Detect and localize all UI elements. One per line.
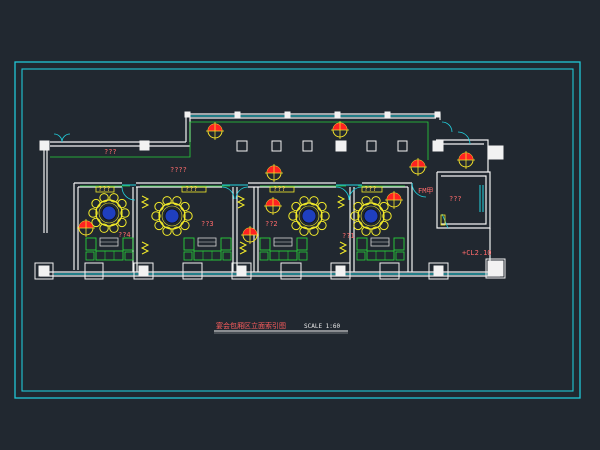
room-sign-3: ??? bbox=[273, 185, 286, 193]
round-table-icon bbox=[88, 193, 130, 233]
elevation-marker-icon bbox=[206, 122, 224, 140]
sofa-set-icon bbox=[85, 237, 134, 261]
sofa-sets bbox=[85, 237, 405, 261]
elevation-marker-icon bbox=[241, 226, 259, 244]
room-3-label: ??3 bbox=[201, 220, 214, 228]
room-sign-4: ??? bbox=[364, 185, 377, 193]
drawing-title: 宴会包厢区立面索引图 bbox=[216, 321, 286, 330]
drawing-scale: SCALE 1:60 bbox=[304, 323, 341, 330]
elevation-marker-icon bbox=[409, 158, 427, 176]
room-1-label: ??1 bbox=[342, 232, 355, 240]
round-table-icon bbox=[288, 196, 330, 236]
round-table-icon bbox=[350, 196, 392, 236]
elevation-marker-icon bbox=[457, 151, 475, 169]
elevation-marker-icon bbox=[265, 164, 283, 182]
sofa-set-icon bbox=[356, 237, 405, 261]
room-2-label: ??2 bbox=[265, 220, 278, 228]
glass-lines bbox=[54, 115, 490, 275]
room-sign-1: ??? bbox=[98, 185, 111, 193]
right-room-label: ??? bbox=[449, 195, 462, 203]
room-4-label: ??4 bbox=[118, 231, 131, 239]
cad-floor-plan: ??? ???? ??4 ??3 ??2 ??1 ??? FM甲 +CL2.10… bbox=[14, 61, 581, 399]
fire-exit-label: FM甲 bbox=[418, 187, 433, 195]
corridor-label: ??? bbox=[104, 148, 117, 156]
foyer-label: ???? bbox=[170, 166, 187, 174]
sofa-set-icon bbox=[259, 237, 308, 261]
round-table-icon bbox=[151, 196, 193, 236]
sofa-set-icon bbox=[183, 237, 232, 261]
elevation-marker-icon bbox=[331, 121, 349, 139]
room-sign-2: ??? bbox=[185, 185, 198, 193]
elevation-marker-icon bbox=[264, 197, 282, 215]
elevation-ref-label: +CL2.10 bbox=[462, 249, 492, 257]
